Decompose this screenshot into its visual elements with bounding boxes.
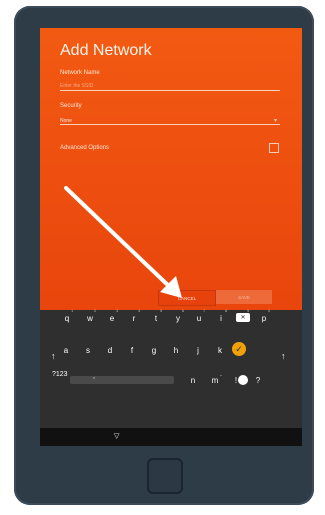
key-s[interactable]: s <box>80 346 96 355</box>
network-name-placeholder: Enter the SSID <box>60 83 94 89</box>
emoji-icon[interactable] <box>238 375 248 385</box>
key-number-hint: 0 <box>268 308 271 313</box>
key-g[interactable]: g <box>146 346 162 355</box>
network-name-label: Network Name <box>60 70 100 76</box>
key-number-hint: 2 <box>94 308 97 313</box>
chevron-down-icon: ▾ <box>274 118 278 124</box>
symbols-key[interactable]: ?123 <box>52 371 68 378</box>
key-question[interactable]: ? <box>250 376 266 385</box>
key-number-hint: 3 <box>116 308 119 313</box>
key-q[interactable]: q <box>59 314 75 323</box>
comma-key[interactable]: , <box>93 373 95 380</box>
shift-key[interactable]: ↑ <box>51 351 56 361</box>
security-label: Security <box>60 103 82 109</box>
key-number-hint: 8 <box>225 308 228 313</box>
key-u[interactable]: u <box>191 314 207 323</box>
add-network-dialog: Add Network Network Name Enter the SSID … <box>40 28 302 314</box>
key-p[interactable]: p <box>256 314 272 323</box>
key-a[interactable]: a <box>58 346 74 355</box>
navigation-bar: ▽ <box>40 428 302 446</box>
security-select[interactable] <box>60 114 280 125</box>
security-value: None <box>60 118 72 124</box>
key-t[interactable]: t <box>148 314 164 323</box>
key-j[interactable]: j <box>190 346 206 355</box>
key-number-hint: 4 <box>138 308 141 313</box>
key-w[interactable]: w <box>82 314 98 323</box>
space-bar[interactable] <box>70 376 174 384</box>
key-number-hint: 1 <box>71 308 74 313</box>
key-d[interactable]: d <box>102 346 118 355</box>
key-f[interactable]: f <box>124 346 140 355</box>
key-h[interactable]: h <box>168 346 184 355</box>
dialog-title: Add Network <box>60 42 152 59</box>
back-nav-icon[interactable]: ▽ <box>114 432 119 440</box>
key-number-hint: 6 <box>182 308 185 313</box>
key-k[interactable]: k <box>212 346 228 355</box>
shift-key-right[interactable]: ↑ <box>281 351 286 361</box>
checkmark-icon[interactable]: ✓ <box>232 342 246 356</box>
cancel-button[interactable]: CANCEL <box>158 290 216 306</box>
key-y[interactable]: y <box>170 314 186 323</box>
home-button[interactable] <box>147 458 183 494</box>
period-key[interactable]: . <box>220 371 222 378</box>
key-e[interactable]: e <box>104 314 120 323</box>
key-n[interactable]: n <box>185 376 201 385</box>
advanced-options-label: Advanced Options <box>60 145 110 151</box>
key-i[interactable]: i <box>213 314 229 323</box>
keyboard <box>40 310 302 428</box>
advanced-options-checkbox[interactable] <box>269 143 279 153</box>
save-button[interactable]: SAVE <box>216 290 272 304</box>
key-r[interactable]: r <box>126 314 142 323</box>
key-number-hint: 7 <box>203 308 206 313</box>
key-number-hint: 5 <box>160 308 163 313</box>
backspace-icon[interactable]: ✕ <box>236 313 250 322</box>
